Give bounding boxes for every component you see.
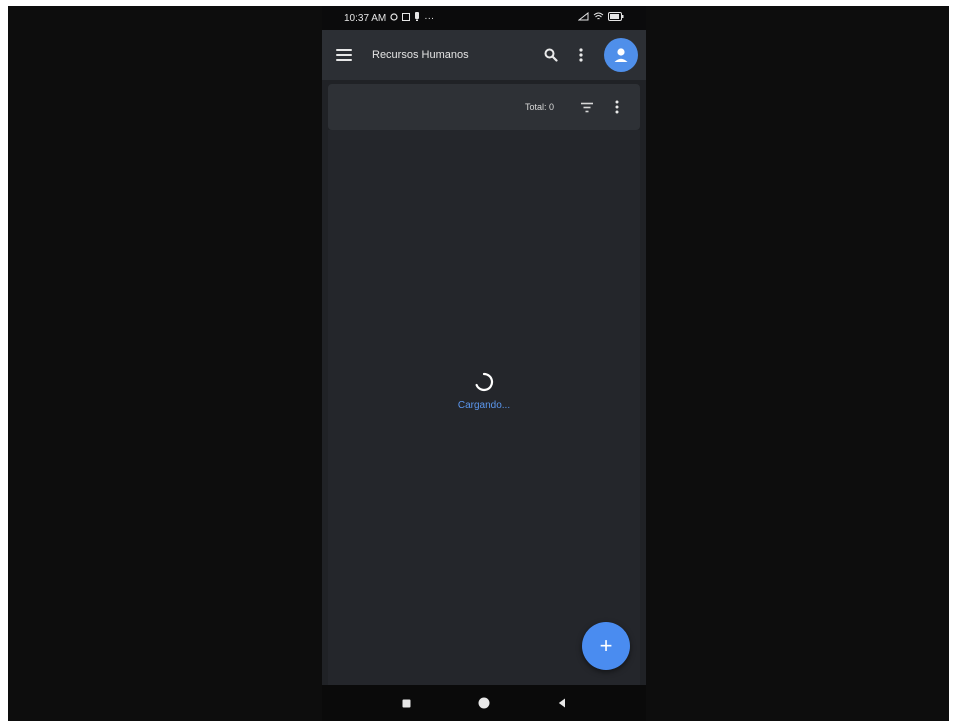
status-time: 10:37 AM bbox=[344, 12, 387, 24]
more-vert-icon bbox=[579, 48, 583, 62]
phone-screen: 10:37 AM ··· Recursos Humanos Total: 0 C… bbox=[322, 6, 646, 721]
toolbar-more-button[interactable] bbox=[602, 92, 632, 122]
app-title: Recursos Humanos bbox=[372, 49, 469, 61]
list-toolbar: Total: 0 bbox=[328, 84, 640, 130]
recents-icon bbox=[402, 699, 410, 707]
back-button[interactable] bbox=[552, 693, 572, 713]
add-button[interactable]: + bbox=[582, 622, 630, 670]
account-avatar[interactable] bbox=[604, 38, 638, 72]
home-button[interactable] bbox=[474, 693, 494, 713]
location-icon bbox=[390, 12, 398, 24]
search-button[interactable] bbox=[536, 40, 566, 70]
filter-button[interactable] bbox=[572, 92, 602, 122]
more-options-button[interactable] bbox=[566, 40, 596, 70]
back-icon bbox=[558, 698, 565, 708]
status-overflow: ··· bbox=[424, 12, 435, 24]
app-bar: Recursos Humanos bbox=[322, 30, 646, 80]
add-icon: + bbox=[599, 633, 613, 658]
status-left: 10:37 AM ··· bbox=[344, 12, 434, 24]
account-icon bbox=[614, 48, 628, 62]
image-icon bbox=[402, 12, 411, 24]
more-vert-icon bbox=[615, 100, 619, 114]
screen-frame: 10:37 AM ··· Recursos Humanos Total: 0 C… bbox=[0, 0, 957, 723]
loading-indicator: Cargando... bbox=[328, 372, 640, 411]
status-right bbox=[577, 11, 624, 24]
spinner-icon bbox=[475, 372, 494, 392]
filter-icon bbox=[581, 102, 593, 112]
system-nav-bar bbox=[322, 685, 646, 721]
recents-button[interactable] bbox=[396, 693, 416, 713]
notification-icon bbox=[414, 12, 420, 24]
loading-text: Cargando... bbox=[457, 400, 511, 411]
total-count: Total: 0 bbox=[524, 102, 554, 112]
wifi-icon bbox=[593, 12, 604, 24]
battery-icon bbox=[608, 12, 624, 24]
menu-icon[interactable] bbox=[336, 49, 352, 61]
signal-icon bbox=[577, 11, 589, 24]
home-icon bbox=[478, 697, 490, 709]
status-bar: 10:37 AM ··· bbox=[322, 6, 646, 30]
search-icon bbox=[544, 48, 558, 62]
list-content: Cargando... bbox=[328, 130, 640, 685]
